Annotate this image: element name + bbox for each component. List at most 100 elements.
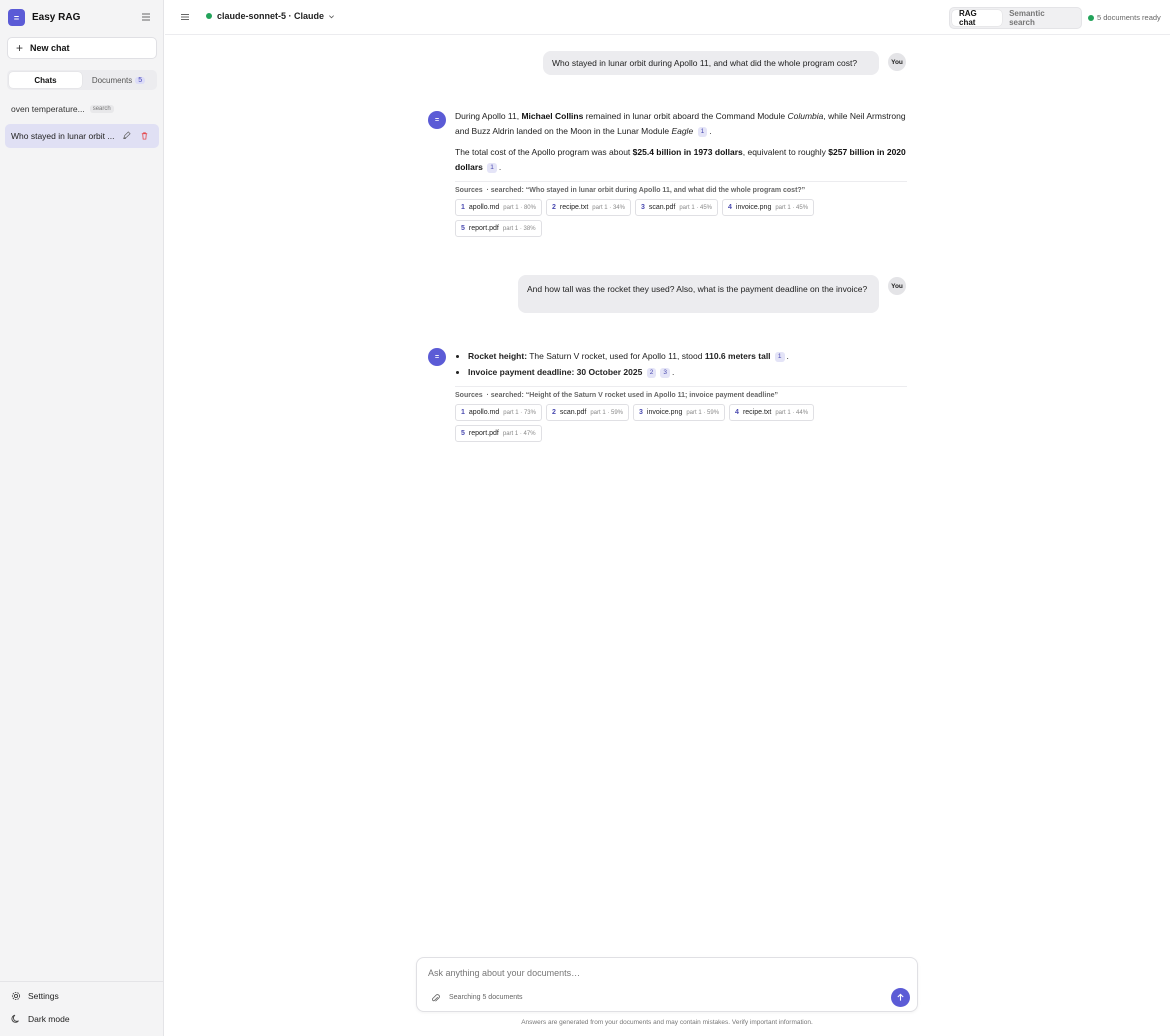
source-chip[interactable]: 1 apollo.md part 1 · 73% xyxy=(455,404,542,421)
assistant-answer: During Apollo 11, Michael Collins remain… xyxy=(455,109,907,181)
chat-item-oven-temperature[interactable]: oven temperature... search xyxy=(5,97,159,121)
source-number: 5 xyxy=(461,225,465,232)
menu-icon[interactable] xyxy=(180,12,190,22)
disclaimer: Answers are generated from your document… xyxy=(521,1019,813,1026)
app-name: Easy RAG xyxy=(32,12,81,23)
sources-header: Sources · searched: “Who stayed in lunar… xyxy=(455,187,806,194)
source-meta: part 1 · 59% xyxy=(590,409,624,416)
top-bar: claude-sonnet-5 · Claude RAG chat Semant… xyxy=(165,0,1170,35)
citation-badge[interactable]: 1 xyxy=(487,163,497,173)
sidebar-footer-divider xyxy=(0,981,164,982)
assistant-answer: Rocket height: The Saturn V rocket, used… xyxy=(455,348,907,380)
source-number: 4 xyxy=(728,204,732,211)
model-selector[interactable]: claude-sonnet-5 · Claude xyxy=(206,11,335,21)
dark-mode-label: Dark mode xyxy=(28,1014,70,1024)
answer-paragraph: The total cost of the Apollo program was… xyxy=(455,147,906,173)
sources-panel: Sources · searched: “Who stayed in lunar… xyxy=(455,181,907,237)
source-file-name: recipe.txt xyxy=(559,204,589,211)
source-meta: part 1 · 59% xyxy=(686,409,720,416)
sidebar: = Easy RAG + New chat Chats Documents 5 … xyxy=(0,0,164,1036)
sidebar-tabs: Chats Documents 5 xyxy=(7,70,157,90)
sources-header: Sources · searched: “Height of the Satur… xyxy=(455,392,778,399)
source-file-name: apollo.md xyxy=(468,409,500,416)
source-meta: part 1 · 47% xyxy=(502,430,536,437)
message-input[interactable] xyxy=(428,968,888,978)
delete-icon[interactable] xyxy=(140,131,149,140)
source-chip[interactable]: 3 invoice.png part 1 · 59% xyxy=(633,404,726,421)
tab-documents[interactable]: Documents 5 xyxy=(82,72,155,88)
tab-documents-label: Documents xyxy=(91,75,133,85)
user-avatar: You xyxy=(888,277,906,295)
tab-chats[interactable]: Chats xyxy=(9,72,82,88)
answer-paragraph: During Apollo 11, Michael Collins remain… xyxy=(455,111,906,137)
source-chips: 1 apollo.md part 1 · 80% 2 recipe.txt part 1 … xyxy=(455,199,847,237)
source-meta: part 1 · 73% xyxy=(503,409,536,416)
model-label: claude-sonnet-5 · Claude xyxy=(217,11,325,21)
source-file-name: report.pdf xyxy=(468,430,499,437)
chat-item-title: oven temperature... xyxy=(11,104,85,114)
source-file-name: invoice.png xyxy=(646,409,683,416)
mode-toggle: RAG chat Semantic search xyxy=(949,7,1082,29)
settings-link[interactable]: Settings xyxy=(11,991,59,1001)
citation-badge[interactable]: 2 xyxy=(646,368,657,378)
user-message: Who stayed in lunar orbit during Apollo … xyxy=(543,51,879,75)
source-chip[interactable]: 4 recipe.txt part 1 · 44% xyxy=(729,404,815,421)
source-chip[interactable]: 5 report.pdf part 1 · 38% xyxy=(455,220,542,237)
documents-count-badge: 5 xyxy=(135,76,146,84)
brand: = Easy RAG xyxy=(8,9,80,26)
source-file-name: recipe.txt xyxy=(742,409,772,416)
assistant-avatar: = xyxy=(428,111,446,129)
source-meta: part 1 · 44% xyxy=(775,409,809,416)
citation-badge[interactable]: 3 xyxy=(660,368,670,378)
source-file-name: report.pdf xyxy=(468,225,499,232)
sidebar-toggle-icon[interactable] xyxy=(140,11,152,23)
source-file-name: apollo.md xyxy=(468,204,500,211)
source-number: 2 xyxy=(551,409,556,416)
edit-icon[interactable] xyxy=(122,131,131,140)
source-meta: part 1 · 38% xyxy=(502,225,536,232)
dark-mode-toggle[interactable]: Dark mode xyxy=(11,1014,70,1024)
plus-icon: + xyxy=(16,41,24,55)
source-meta: part 1 · 45% xyxy=(775,204,809,211)
source-meta: part 1 · 45% xyxy=(679,204,713,211)
citation-badge[interactable]: 1 xyxy=(774,352,785,362)
status-dot xyxy=(1088,14,1094,21)
mode-rag-chat[interactable]: RAG chat xyxy=(952,9,1003,27)
source-number: 2 xyxy=(551,204,556,211)
chat-mode-tag: search xyxy=(89,105,114,113)
source-file-name: scan.pdf xyxy=(648,204,676,211)
source-chip[interactable]: 3 scan.pdf part 1 · 45% xyxy=(634,199,719,216)
moon-icon xyxy=(11,1014,19,1023)
settings-label: Settings xyxy=(28,991,59,1001)
send-button[interactable] xyxy=(891,988,910,1007)
mode-semantic-search[interactable]: Semantic search xyxy=(1002,9,1079,27)
source-chip[interactable]: 5 report.pdf part 1 · 47% xyxy=(455,425,542,442)
user-avatar: You xyxy=(888,53,906,71)
answer-list-item: Rocket height: The Saturn V rocket, used… xyxy=(468,348,907,364)
source-number: 3 xyxy=(639,409,643,416)
user-message: And how tall was the rocket they used? A… xyxy=(518,275,879,313)
source-number: 5 xyxy=(461,430,465,437)
documents-status-label: 5 documents ready xyxy=(1097,13,1161,22)
new-chat-button[interactable]: + New chat xyxy=(7,37,157,59)
source-chip[interactable]: 2 recipe.txt part 1 · 34% xyxy=(545,199,631,216)
source-chip[interactable]: 2 scan.pdf part 1 · 59% xyxy=(545,404,630,421)
citation-badge[interactable]: 1 xyxy=(697,127,708,137)
paperclip-icon[interactable] xyxy=(430,993,441,1004)
sources-panel: Sources · searched: “Height of the Satur… xyxy=(455,386,907,442)
chevron-down-icon xyxy=(329,14,334,18)
app-logo: = xyxy=(8,9,25,26)
assistant-avatar: = xyxy=(428,348,446,366)
source-number: 4 xyxy=(735,409,739,416)
source-chip[interactable]: 1 apollo.md part 1 · 80% xyxy=(455,199,542,216)
source-number: 1 xyxy=(461,204,465,211)
source-chip[interactable]: 4 invoice.png part 1 · 45% xyxy=(722,199,815,216)
source-number: 3 xyxy=(640,204,645,211)
chat-item-lunar-orbit[interactable]: Who stayed in lunar orbit ... xyxy=(5,124,159,148)
source-meta: part 1 · 80% xyxy=(503,204,536,211)
source-chips: 1 apollo.md part 1 · 73% 2 scan.pdf part 1 · … xyxy=(455,404,847,442)
chat-item-title: Who stayed in lunar orbit ... xyxy=(11,131,115,141)
answer-list-item: Invoice payment deadline: 30 October 202… xyxy=(468,364,907,380)
source-file-name: invoice.png xyxy=(735,204,772,211)
model-status-dot xyxy=(206,13,212,19)
